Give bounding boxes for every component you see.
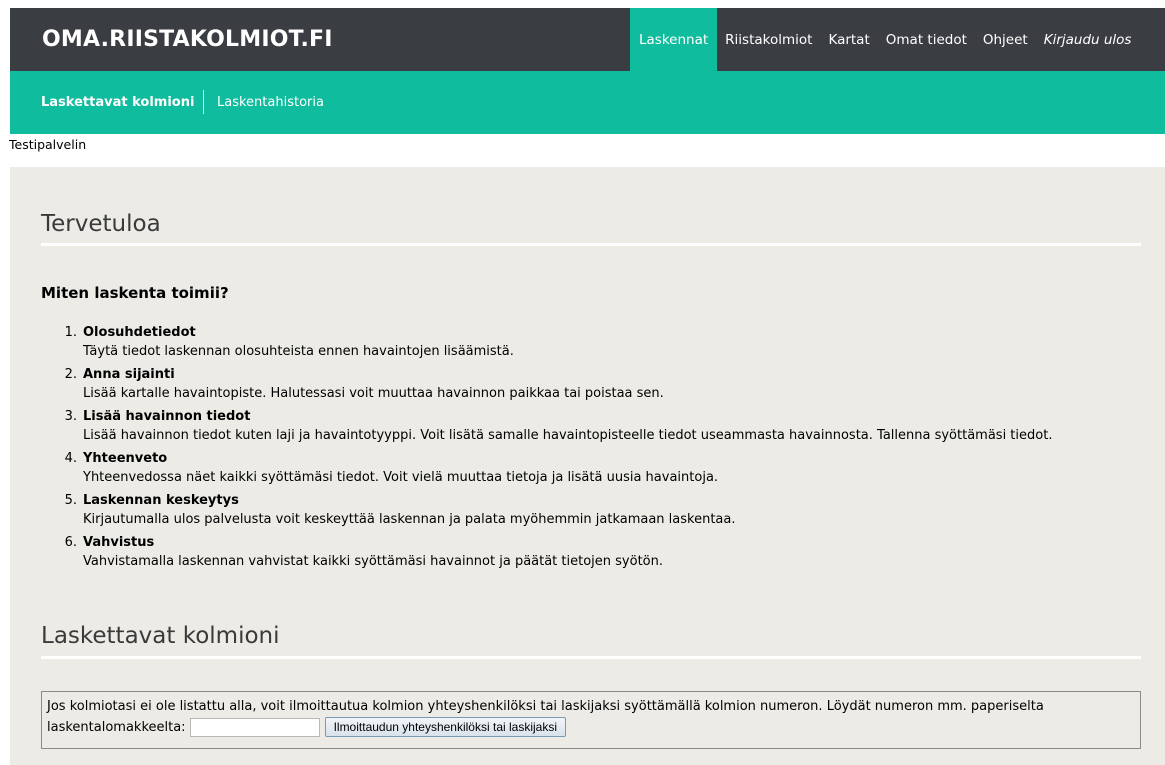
signup-form-row: laskentalomakkeelta: Ilmoittaudun yhteys… — [47, 716, 1135, 738]
list-item: 6. Vahvistus Vahvistamalla laskennan vah… — [41, 534, 1151, 576]
step-title: Yhteenveto — [83, 451, 168, 466]
nav-item-omat-tiedot[interactable]: Omat tiedot — [878, 8, 975, 71]
step-number: 3. — [64, 409, 77, 424]
subnav-item-laskettavat-kolmioni[interactable]: Laskettavat kolmioni — [41, 71, 194, 134]
step-description: Täytä tiedot laskennan olosuhteista enne… — [83, 344, 514, 359]
nav-item-logout[interactable]: Kirjaudu ulos — [1036, 8, 1140, 71]
subnav-item-laskentahistoria[interactable]: Laskentahistoria — [217, 71, 324, 134]
nav-item-kartat[interactable]: Kartat — [820, 8, 877, 71]
step-number: 6. — [64, 535, 77, 550]
triangle-number-input[interactable] — [189, 717, 320, 737]
triangle-number-label: laskentalomakkeelta: — [47, 719, 186, 735]
nav-item-laskennat[interactable]: Laskennat — [630, 8, 718, 71]
main-nav: Laskennat Riistakolmiot Kartat Omat tied… — [630, 8, 1139, 71]
list-item: 5. Laskennan keskeytys Kirjautumalla ulo… — [41, 492, 1151, 534]
step-number: 5. — [64, 493, 77, 508]
step-description: Lisää kartalle havaintopiste. Halutessas… — [83, 386, 664, 401]
signup-button[interactable]: Ilmoittaudun yhteyshenkilöksi tai laskij… — [324, 717, 566, 737]
list-item: 4. Yhteenveto Yhteenvedossa näet kaikki … — [41, 450, 1151, 492]
how-it-works-heading: Miten laskenta toimii? — [41, 284, 229, 302]
triangles-title-divider — [41, 656, 1141, 659]
environment-label: Testipalvelin — [9, 137, 87, 152]
step-description: Lisää havainnon tiedot kuten laji ja hav… — [83, 428, 1053, 443]
top-navigation-bar: OMA.RIISTAKOLMIOT.FI Laskennat Riistakol… — [10, 8, 1165, 71]
welcome-title-divider — [41, 243, 1141, 246]
step-title: Anna sijainti — [83, 367, 175, 382]
welcome-title: Tervetuloa — [41, 211, 161, 237]
list-item: 2. Anna sijainti Lisää kartalle havainto… — [41, 366, 1151, 408]
nav-item-ohjeet[interactable]: Ohjeet — [975, 8, 1036, 71]
triangle-signup-form: Jos kolmiotasi ei ole listattu alla, voi… — [41, 691, 1141, 749]
triangles-title: Laskettavat kolmioni — [41, 623, 280, 649]
sub-navigation-bar: Laskettavat kolmioni Laskentahistoria — [10, 71, 1165, 134]
nav-item-riistakolmiot[interactable]: Riistakolmiot — [717, 8, 820, 71]
main-content: Tervetuloa Miten laskenta toimii? 1. Olo… — [10, 167, 1165, 765]
steps-list: 1. Olosuhdetiedot Täytä tiedot laskennan… — [41, 324, 1151, 576]
list-item: 3. Lisää havainnon tiedot Lisää havainno… — [41, 408, 1151, 450]
step-description: Kirjautumalla ulos palvelusta voit keske… — [83, 512, 736, 527]
signup-info-text: Jos kolmiotasi ei ole listattu alla, voi… — [47, 699, 1044, 714]
subnav-divider — [203, 90, 204, 114]
step-title: Olosuhdetiedot — [83, 325, 196, 340]
step-number: 2. — [64, 367, 77, 382]
step-title: Vahvistus — [83, 535, 155, 550]
site-brand-logo[interactable]: OMA.RIISTAKOLMIOT.FI — [42, 27, 333, 52]
list-item: 1. Olosuhdetiedot Täytä tiedot laskennan… — [41, 324, 1151, 366]
step-title: Laskennan keskeytys — [83, 493, 239, 508]
step-number: 1. — [64, 325, 77, 340]
step-number: 4. — [64, 451, 77, 466]
step-description: Vahvistamalla laskennan vahvistat kaikki… — [83, 554, 663, 569]
step-description: Yhteenvedossa näet kaikki syöttämäsi tie… — [83, 470, 719, 485]
step-title: Lisää havainnon tiedot — [83, 409, 251, 424]
